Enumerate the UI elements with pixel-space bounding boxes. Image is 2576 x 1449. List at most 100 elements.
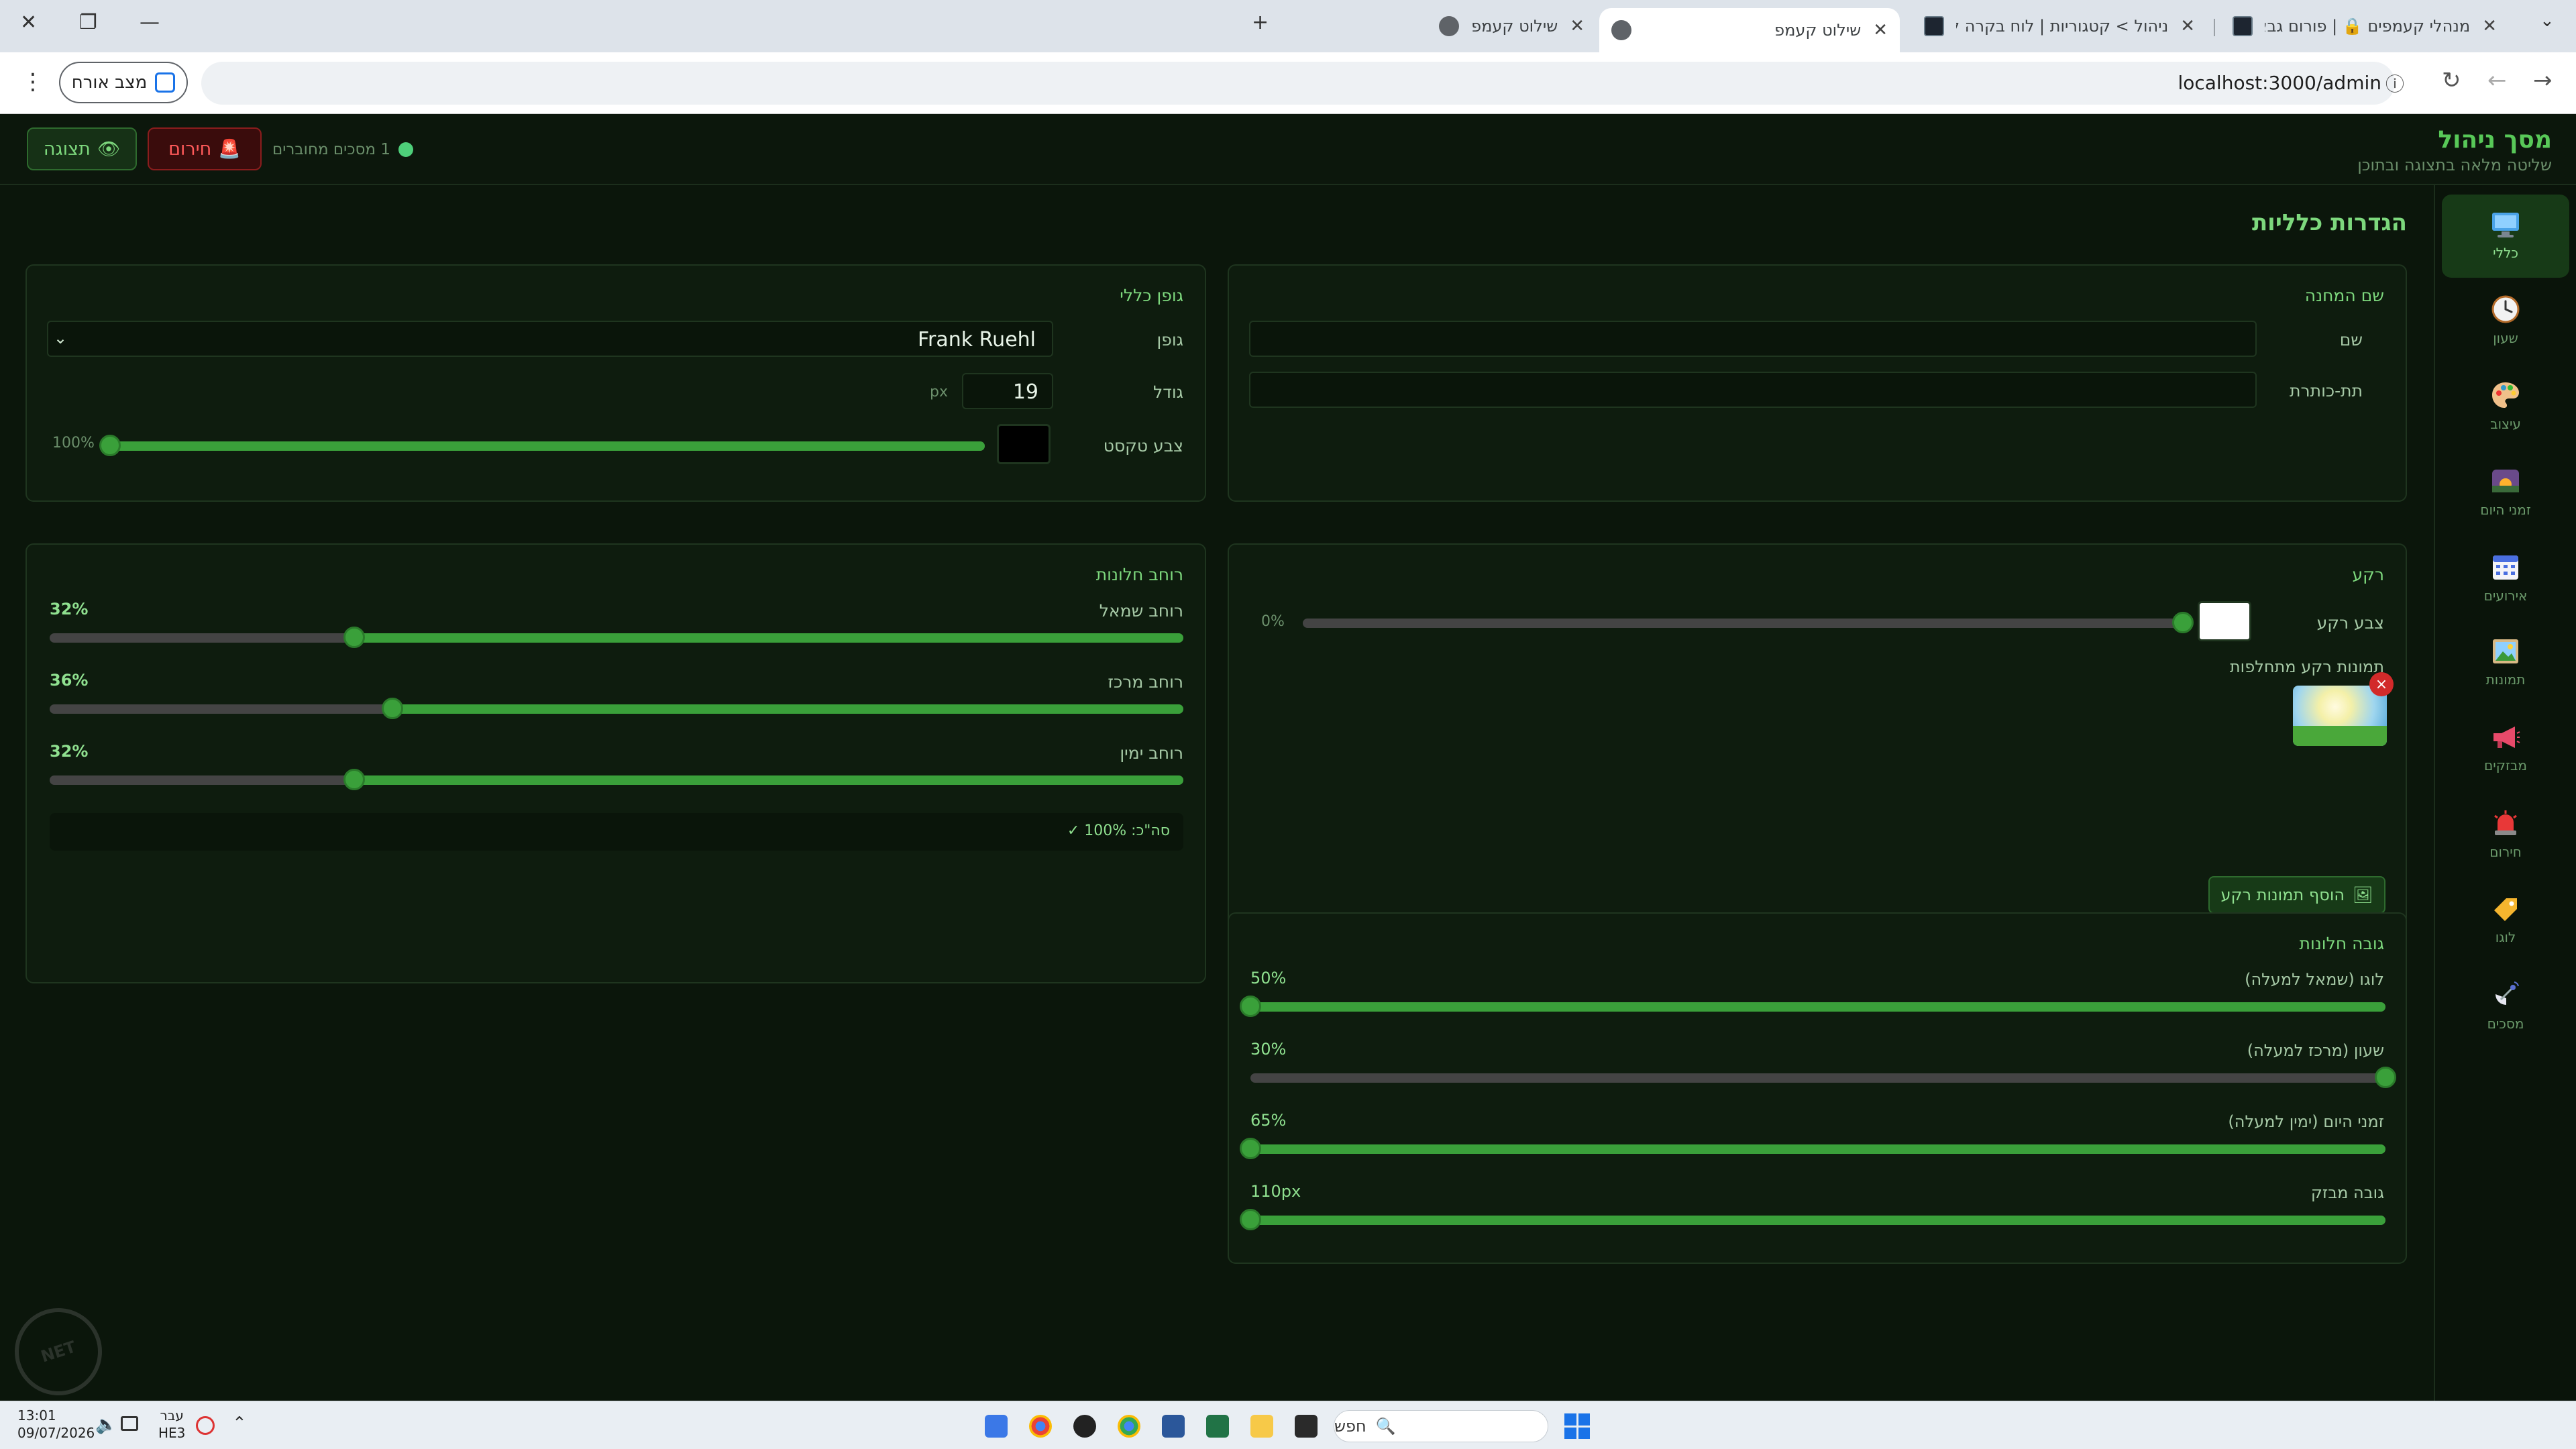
left-width-slider[interactable]	[50, 627, 1183, 648]
sidebar-item-emergency[interactable]: חירום	[2442, 793, 2569, 876]
reload-icon[interactable]: ↻	[2442, 67, 2461, 94]
emergency-button[interactable]: 🚨 חירום	[148, 127, 262, 170]
sidebar-item-day-times[interactable]: זמני היום	[2442, 451, 2569, 534]
tag-icon	[2494, 898, 2517, 921]
close-tab-icon[interactable]: ✕	[2180, 16, 2195, 36]
center-width-label: רוחב מרכז	[1108, 672, 1183, 692]
preview-button[interactable]: 👁 תצוגה	[27, 127, 137, 170]
sidebar-item-news[interactable]: מבזקים	[2442, 707, 2569, 790]
start-button-icon[interactable]	[1564, 1413, 1590, 1439]
slider-knob[interactable]	[1240, 996, 1261, 1017]
sidebar-item-label: תמונות	[2485, 672, 2526, 688]
browser-tab[interactable]: ✕ ניהול > קטגוריות | לוח בקרה למנה	[1912, 9, 2207, 43]
slider-knob[interactable]	[343, 769, 366, 790]
tab-title: מנהלי קעמפים 🔒 | פורום גבאים	[2265, 17, 2471, 36]
chrome-icon[interactable]	[1029, 1415, 1052, 1438]
news-height-label: גובה מבזק	[2310, 1183, 2384, 1202]
slider-knob[interactable]	[2172, 612, 2194, 633]
sidebar-item-images[interactable]: תמונות	[2442, 621, 2569, 704]
slider-knob[interactable]	[1240, 1209, 1261, 1230]
close-tab-icon[interactable]: ✕	[2482, 16, 2497, 36]
sidebar-item-design[interactable]: עיצוב	[2442, 365, 2569, 448]
close-tab-icon[interactable]: ✕	[1570, 16, 1585, 36]
center-width-slider[interactable]	[50, 698, 1183, 719]
clock-height-label: שעון (מרכז למעלה)	[2247, 1041, 2384, 1060]
right-width-slider[interactable]	[50, 769, 1183, 790]
taskbar-clock[interactable]: 13:01 09/07/2026	[17, 1407, 95, 1442]
omnibox[interactable]	[201, 62, 2395, 105]
browser-tab[interactable]: ✕ שילוט קעמפ	[1288, 9, 1597, 43]
globe-icon	[1439, 16, 1460, 36]
media-player-icon[interactable]	[1073, 1415, 1096, 1438]
logo-height-slider[interactable]	[1240, 996, 2385, 1017]
close-window-icon[interactable]: ✕	[20, 11, 37, 34]
text-opacity-slider[interactable]	[99, 435, 985, 456]
url-text[interactable]: localhost:3000/admin	[2178, 72, 2381, 94]
browser-tab-active[interactable]: ✕ שילוט קעמפ	[1599, 8, 1900, 52]
restore-window-icon[interactable]: ❐	[79, 11, 97, 34]
network-icon[interactable]	[121, 1416, 138, 1431]
clock-height-slider[interactable]	[1250, 1067, 2396, 1088]
site-info-icon[interactable]: ⓘ	[2385, 70, 2404, 97]
close-icon: ×	[2375, 676, 2388, 693]
card-title: רוחב חלונות	[1095, 565, 1183, 584]
site-favicon-icon	[2233, 16, 2253, 36]
sidebar-item-label: מסכים	[2487, 1016, 2524, 1032]
siren-icon	[2494, 810, 2517, 835]
word-icon[interactable]	[1162, 1415, 1185, 1438]
os-taskbar: 13:01 09/07/2026 🔈 עבר HE3 ⌃ 🔍 חפש	[0, 1401, 2576, 1449]
notepad-icon[interactable]	[985, 1415, 1008, 1438]
slider-knob[interactable]	[99, 435, 121, 456]
day-times-height-slider[interactable]	[1240, 1138, 2385, 1159]
browser-tab[interactable]: ✕ מנהלי קעמפים 🔒 | פורום גבאים	[2220, 9, 2509, 43]
excel-icon[interactable]	[1206, 1415, 1229, 1438]
browser-menu-icon[interactable]: ⋮	[21, 68, 44, 95]
sidebar-item-screens[interactable]: מסכים	[2442, 965, 2569, 1048]
sidebar-item-label: עיצוב	[2490, 416, 2521, 432]
background-opacity-slider[interactable]	[1303, 612, 2194, 633]
back-icon[interactable]: ←	[2487, 67, 2507, 94]
globe-icon	[1611, 20, 1631, 40]
chevron-down-icon: ⌄	[54, 329, 68, 347]
taskbar-search[interactable]: 🔍 חפש	[1334, 1410, 1548, 1442]
sidebar-item-events[interactable]: אירועים	[2442, 537, 2569, 620]
minimize-window-icon[interactable]: —	[140, 11, 160, 34]
chevron-up-icon[interactable]: ⌃	[232, 1413, 247, 1434]
remove-image-button[interactable]: ×	[2369, 672, 2394, 696]
guest-mode-button[interactable]: מצב אורח	[59, 62, 188, 103]
camp-subtitle-input[interactable]	[1249, 372, 2257, 408]
eye-icon: 👁	[97, 139, 121, 160]
slider-knob[interactable]	[343, 627, 366, 648]
tab-search-chevron-icon[interactable]: ⌄	[2540, 11, 2555, 31]
terminal-icon[interactable]	[1295, 1415, 1318, 1438]
camp-name-input[interactable]	[1249, 321, 2257, 357]
input-language[interactable]: עבר HE3	[158, 1407, 185, 1442]
add-background-images-button[interactable]: 🖼 הוסף תמונות רקע	[2208, 876, 2385, 914]
file-explorer-icon[interactable]	[1250, 1415, 1273, 1438]
window-heights-card: גובה חלונות לוגו (שמאל למעלה) 50% שעון (…	[1228, 912, 2407, 1264]
sidebar-item-general[interactable]: כללי	[2442, 195, 2569, 278]
slider-knob[interactable]	[1240, 1138, 1261, 1159]
record-icon[interactable]	[196, 1416, 215, 1435]
camp-name-card: שם המחנה שם תת-כותרת	[1228, 264, 2407, 502]
chrome-icon[interactable]	[1118, 1415, 1140, 1438]
font-size-input[interactable]: 19	[962, 373, 1053, 409]
connection-status: 1 מסכים מחוברים	[272, 141, 413, 158]
background-color-swatch[interactable]	[2198, 601, 2251, 641]
sidebar-item-clock[interactable]: שעון	[2442, 279, 2569, 362]
news-height-slider[interactable]	[1240, 1209, 2385, 1230]
text-color-swatch[interactable]	[997, 424, 1051, 464]
calendar-icon	[2493, 555, 2518, 580]
rotating-images-label: תמונות רקע מתחלפות	[2229, 657, 2384, 676]
font-size-value: 19	[1012, 380, 1038, 404]
font-select[interactable]: ⌄ Frank Ruehl	[47, 321, 1053, 357]
sidebar-item-logo[interactable]: לוגו	[2442, 879, 2569, 962]
forward-icon[interactable]: →	[2533, 67, 2553, 94]
slider-knob[interactable]	[382, 698, 404, 719]
new-tab-icon[interactable]: +	[1252, 11, 1269, 34]
slider-knob[interactable]	[2375, 1067, 2396, 1088]
speaker-icon[interactable]: 🔈	[95, 1415, 117, 1435]
app-title: מסך ניהול	[2438, 126, 2552, 154]
close-tab-icon[interactable]: ✕	[1873, 20, 1888, 40]
text-opacity-value: 100%	[52, 435, 95, 451]
